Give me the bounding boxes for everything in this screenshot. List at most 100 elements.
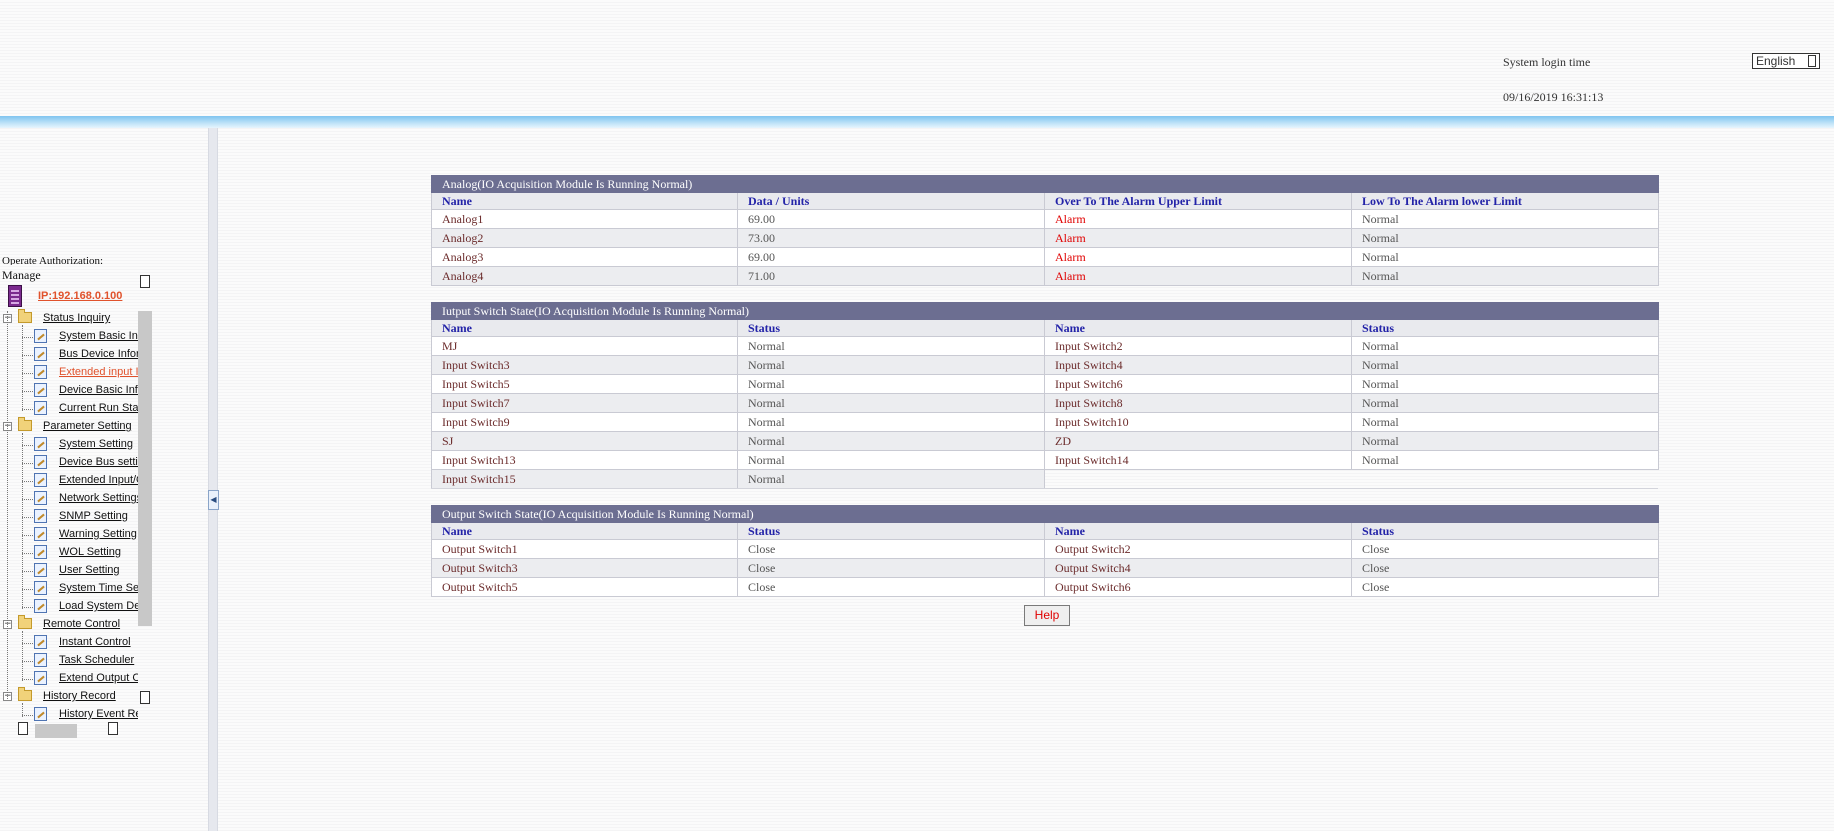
manage-label: Manage [2,268,41,282]
table-cell: Close [737,558,1045,578]
page-icon [34,527,47,541]
page-icon [34,509,47,523]
table-cell: Analog3 [431,247,738,267]
tree-item-label[interactable]: Device Bus setting [59,456,138,468]
tree-item-label[interactable]: Bus Device Information [59,348,138,360]
tree-item[interactable]: History Event Record [0,707,138,723]
header-divider-bar [0,116,1834,128]
tree-item[interactable]: System Basic Info [0,329,138,345]
page-icon [34,401,47,415]
tree-item[interactable]: Extended input Information [0,365,138,381]
table-row: Input Switch15 Normal [431,469,1659,489]
tree-item-label[interactable]: System Basic Info [59,330,138,342]
tree-item[interactable]: Current Run Status [0,401,138,417]
empty-cell [1045,470,1352,489]
scroll-arrow-icon[interactable] [140,691,150,704]
tree-item-label[interactable]: Task Scheduler [59,654,134,666]
tree-vertical-scrollbar[interactable] [138,311,152,626]
column-header: Status [737,319,1045,337]
page-icon [34,707,47,721]
tree-item-label[interactable]: History Event Record [59,708,138,720]
table-cell: Normal [1351,209,1659,229]
tree-item-label[interactable]: Extend Output Control [59,672,138,684]
language-select[interactable]: English [1752,53,1820,69]
tree-item[interactable]: Extend Output Control [0,671,138,687]
tree-item-label[interactable]: SNMP Setting [59,510,128,522]
table-cell: Input Switch7 [431,393,738,413]
device-ip-link[interactable]: IP:192.168.0.100 [38,290,122,302]
collapse-sidebar-icon[interactable]: ◀ [208,490,219,510]
tree-item-label[interactable]: Network Settings [59,492,138,504]
sidebar-splitter[interactable] [208,128,218,831]
scroll-right-icon[interactable] [108,722,118,735]
tree-folder-label[interactable]: History Record [43,690,116,702]
table-title: Analog(IO Acquisition Module Is Running … [431,175,1659,193]
checkbox-icon[interactable] [140,275,150,288]
output-table: Output Switch State(IO Acquisition Modul… [430,505,1660,597]
page-icon [34,437,47,451]
page-icon [34,347,47,361]
table-row: Input Switch13 Normal Input Switch14 Normal [431,450,1660,470]
input-table: Iutput Switch State(IO Acquisition Modul… [430,302,1660,489]
language-selected: English [1756,54,1796,68]
tree-folder-label[interactable]: Status Inquiry [43,312,110,324]
page-icon [34,383,47,397]
tree-item-label[interactable]: Instant Control [59,636,131,648]
tree-item-label[interactable]: WOL Setting [59,546,121,558]
tree-item[interactable]: Bus Device Information [0,347,138,363]
table-cell: Normal [737,393,1045,413]
table-cell: MJ [431,336,738,356]
tree-item-label[interactable]: Device Basic Information [59,384,138,396]
tree-item-label[interactable]: System Setting [59,438,133,450]
input-switch-panel: Iutput Switch State(IO Acquisition Modul… [430,302,1660,489]
analog-table: Analog(IO Acquisition Module Is Running … [431,175,1659,286]
table-cell: Normal [1350,355,1660,375]
tree-item[interactable]: SNMP Setting [0,509,138,525]
analog-panel: Analog(IO Acquisition Module Is Running … [431,175,1659,286]
table-cell: Output Switch6 [1044,577,1352,597]
scroll-left-icon[interactable] [18,722,28,735]
tree-item[interactable]: System Setting [0,437,138,453]
tree-item[interactable]: System Time Setting [0,581,138,597]
tree-item[interactable]: Task Scheduler [0,653,138,669]
tree-item[interactable]: Device Basic Information [0,383,138,399]
dropdown-arrow-icon[interactable] [1808,55,1816,67]
empty-cell [1352,470,1659,489]
tree-item-label[interactable]: Current Run Status [59,402,138,414]
table-cell: Input Switch14 [1044,450,1352,470]
tree-horizontal-scrollbar[interactable] [35,724,77,738]
tree-item-label[interactable]: System Time Setting [59,582,138,594]
page-icon [34,563,47,577]
table-cell: Normal [737,336,1045,356]
tree-folder-label[interactable]: Parameter Setting [43,420,132,432]
tree-item[interactable]: Load System Default [0,599,138,615]
section-divider [431,488,1658,489]
tree-item-label[interactable]: Extended Input/Output Setting [59,474,138,486]
tree-item-label[interactable]: Warning Setting [59,528,137,540]
table-row: Analog3 69.00 Alarm Normal [431,247,1659,267]
table-title: Iutput Switch State(IO Acquisition Modul… [430,302,1660,320]
tree-item[interactable]: User Setting [0,563,138,579]
tree-item-label[interactable]: Extended input Information [59,366,138,378]
page-icon [34,365,47,379]
tree-item[interactable]: Device Bus setting [0,455,138,471]
table-cell: Close [1350,539,1660,559]
table-cell: 69.00 [737,209,1045,229]
tree-item-label[interactable]: Load System Default [59,600,138,612]
tree-folder-label[interactable]: Remote Control [43,618,120,630]
table-cell: Output Switch3 [431,558,738,578]
folder-icon [18,615,32,629]
help-button[interactable]: Help [1024,605,1070,626]
tree-item[interactable]: WOL Setting [0,545,138,561]
tree-item[interactable]: Extended Input/Output Setting [0,473,138,489]
table-cell: Normal [737,469,1045,489]
table-row: MJ Normal Input Switch2 Normal [431,336,1660,356]
tree-item[interactable]: Network Settings [0,491,138,507]
tree-item[interactable]: Instant Control [0,635,138,651]
table-cell: 71.00 [737,266,1045,286]
table-cell: Normal [737,412,1045,432]
table-row: Input Switch3 Normal Input Switch4 Normal [431,355,1660,375]
table-cell: Normal [737,355,1045,375]
tree-item-label[interactable]: User Setting [59,564,120,576]
tree-item[interactable]: Warning Setting [0,527,138,543]
